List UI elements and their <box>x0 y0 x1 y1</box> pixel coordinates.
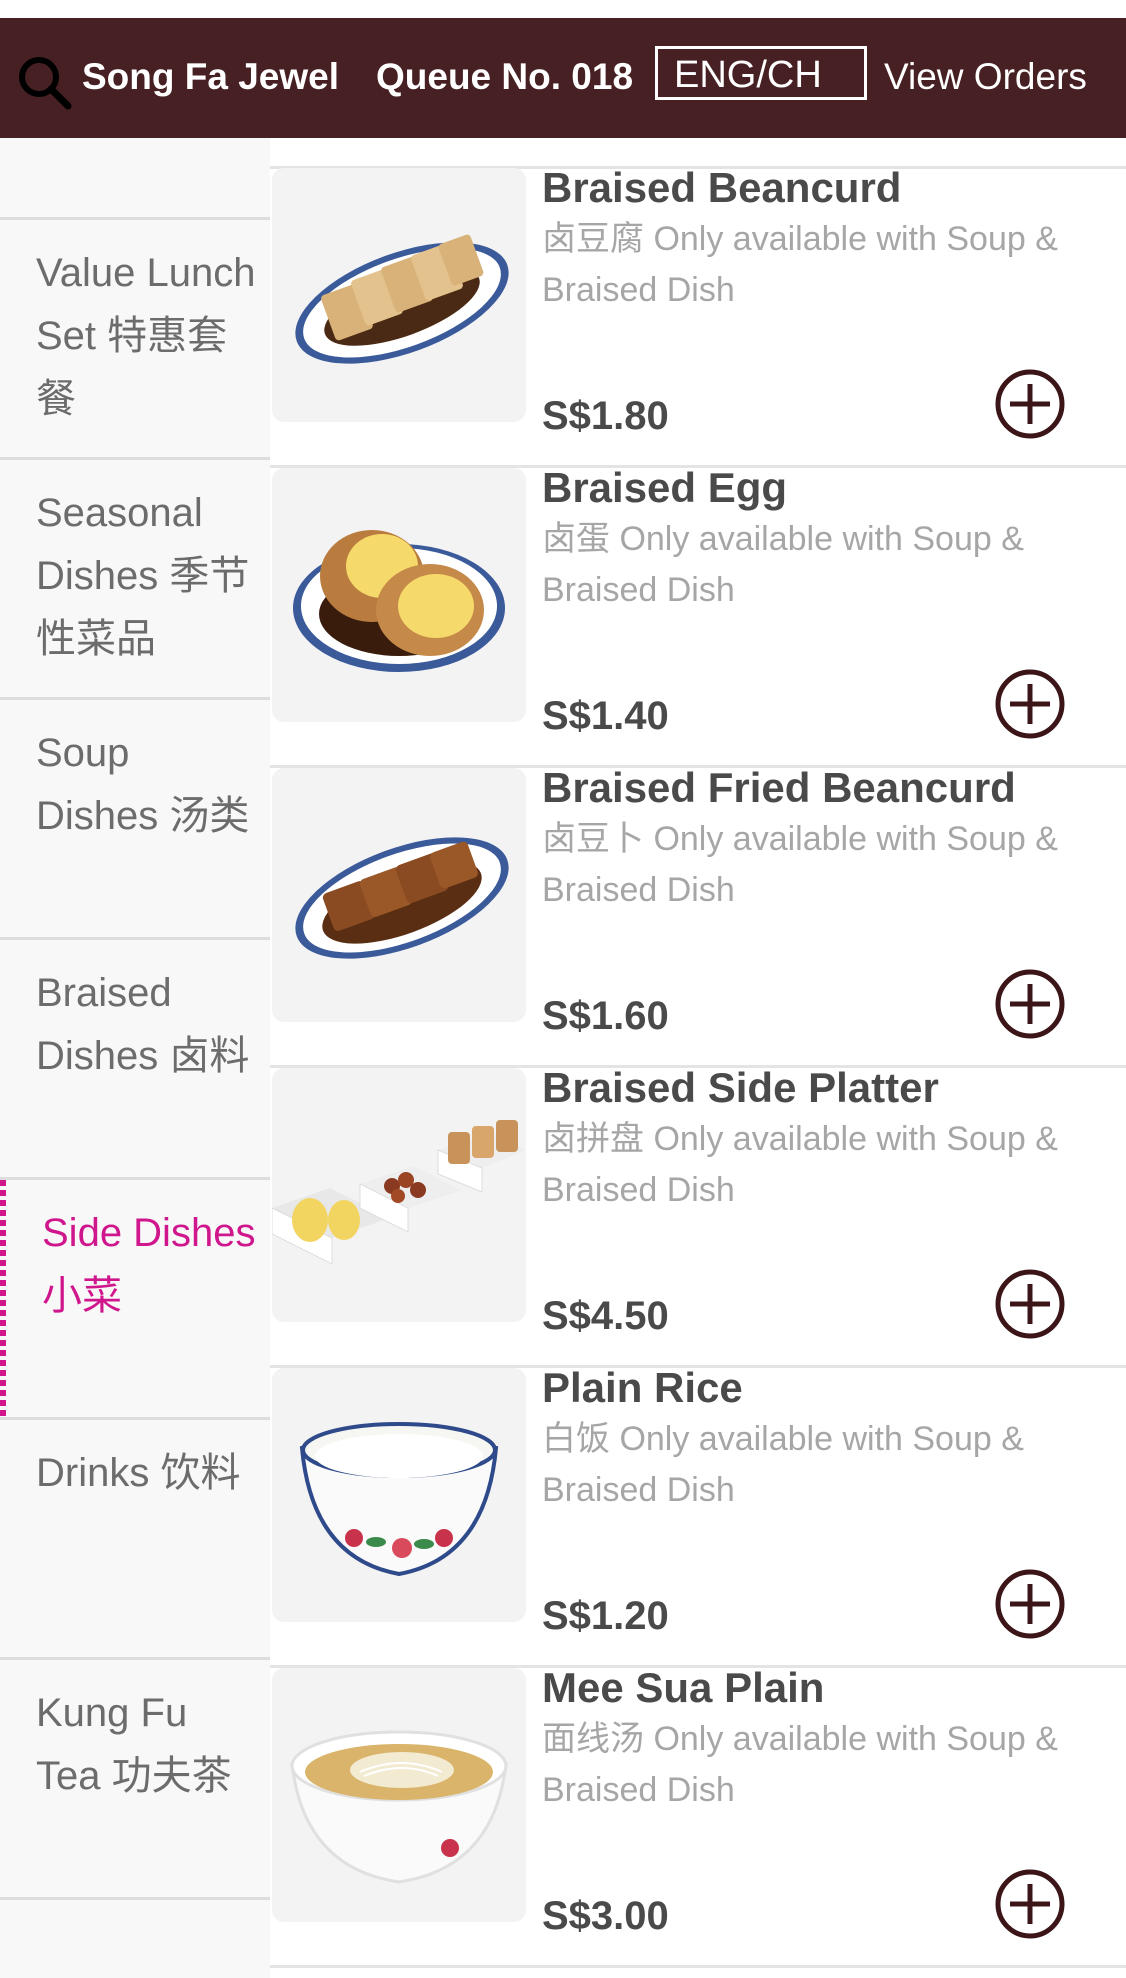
plus-circle-icon[interactable] <box>994 968 1066 1040</box>
item-name: Mee Sua Plain <box>542 1664 825 1711</box>
store-name: Song Fa Jewel <box>82 56 340 97</box>
menu-item-plain-rice[interactable]: Plain Rice 白饭 Only available with Soup &… <box>270 1364 1126 1668</box>
queue-number: Queue No. 018 <box>376 56 634 97</box>
braised-fried-beancurd-image <box>272 768 526 1022</box>
braised-side-platter-image <box>272 1068 526 1322</box>
braised-egg-image <box>272 468 526 722</box>
item-price: S$1.80 <box>542 394 669 438</box>
sidebar-item-seasonal-dishes[interactable]: Seasonal Dishes 季节性菜品 <box>0 460 270 700</box>
top-bar: Song Fa Jewel Queue No. 018 ENG/CH View … <box>0 18 1126 138</box>
sidebar-item-previous[interactable] <box>0 138 270 220</box>
sidebar-item-kung-fu-tea[interactable]: Kung Fu Tea 功夫茶 <box>0 1660 270 1900</box>
language-toggle-button[interactable]: ENG/CH <box>655 46 867 100</box>
plus-circle-icon[interactable] <box>994 1868 1066 1940</box>
item-description: 卤豆卜 Only available with Soup & Braised D… <box>542 820 1058 909</box>
plain-rice-image <box>272 1368 526 1622</box>
braised-beancurd-image <box>272 168 526 422</box>
sidebar-item-side-dishes[interactable]: Side Dishes 小菜 <box>0 1180 270 1420</box>
item-name: Braised Fried Beancurd <box>542 764 1016 811</box>
menu-item-list: Braised Beancurd 卤豆腐 Only available with… <box>270 138 1126 1978</box>
sidebar-item-value-lunch-set[interactable]: Value Lunch Set 特惠套餐 <box>0 220 270 460</box>
search-icon[interactable] <box>16 54 72 110</box>
item-price: S$1.20 <box>542 1594 669 1638</box>
mee-sua-plain-image <box>272 1668 526 1922</box>
item-price: S$3.00 <box>542 1894 669 1938</box>
plus-circle-icon[interactable] <box>994 668 1066 740</box>
plus-circle-icon[interactable] <box>994 368 1066 440</box>
menu-item-braised-egg[interactable]: Braised Egg 卤蛋 Only available with Soup … <box>270 464 1126 768</box>
menu-item-mee-sua-plain[interactable]: Mee Sua Plain 面线汤 Only available with So… <box>270 1664 1126 1968</box>
item-name: Braised Beancurd <box>542 164 902 211</box>
item-name: Braised Egg <box>542 464 788 511</box>
item-description: 卤蛋 Only available with Soup & Braised Di… <box>542 520 1024 609</box>
category-sidebar: Value Lunch Set 特惠套餐 Seasonal Dishes 季节性… <box>0 138 270 1978</box>
menu-item-braised-beancurd[interactable]: Braised Beancurd 卤豆腐 Only available with… <box>270 164 1126 468</box>
item-description: 白饭 Only available with Soup & Braised Di… <box>542 1420 1024 1509</box>
sidebar-item-braised-dishes[interactable]: Braised Dishes 卤料 <box>0 940 270 1180</box>
item-description: 卤拼盘 Only available with Soup & Braised D… <box>542 1120 1058 1209</box>
plus-circle-icon[interactable] <box>994 1568 1066 1640</box>
view-orders-button[interactable]: View Orders <box>884 56 1087 98</box>
sidebar-item-soup-dishes[interactable]: Soup Dishes 汤类 <box>0 700 270 940</box>
item-name: Plain Rice <box>542 1364 743 1411</box>
plus-circle-icon[interactable] <box>994 1268 1066 1340</box>
sidebar-item-drinks[interactable]: Drinks 饮料 <box>0 1420 270 1660</box>
item-price: S$4.50 <box>542 1294 669 1338</box>
menu-item-braised-fried-beancurd[interactable]: Braised Fried Beancurd 卤豆卜 Only availabl… <box>270 764 1126 1068</box>
item-name: Braised Side Platter <box>542 1064 939 1111</box>
item-price: S$1.60 <box>542 994 669 1038</box>
item-price: S$1.40 <box>542 694 669 738</box>
item-description: 卤豆腐 Only available with Soup & Braised D… <box>542 220 1058 309</box>
menu-item-braised-side-platter[interactable]: Braised Side Platter 卤拼盘 Only available … <box>270 1064 1126 1368</box>
item-description: 面线汤 Only available with Soup & Braised D… <box>542 1720 1058 1809</box>
